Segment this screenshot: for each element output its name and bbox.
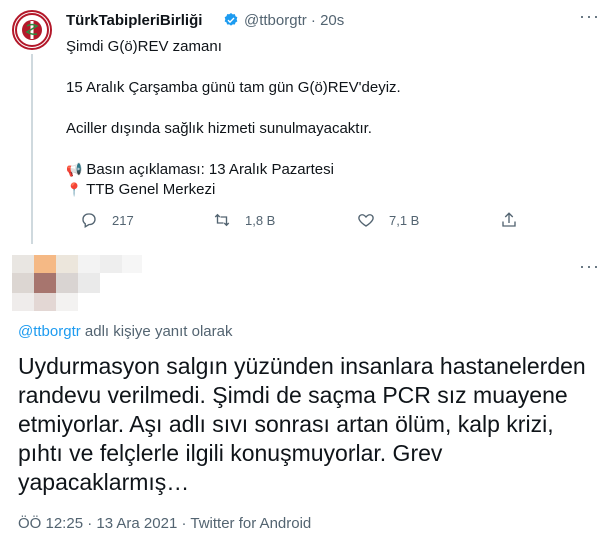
- share-button[interactable]: [500, 211, 532, 229]
- like-count: 7,1 B: [389, 212, 420, 228]
- verified-badge-icon: [224, 13, 238, 26]
- reply-more-options-icon[interactable]: ···: [579, 256, 600, 277]
- reply-text: Uydurmasyon salgın yüzünden insanlara ha…: [18, 353, 586, 495]
- tweet-line-5: 📍 TTB Genel Merkezi: [66, 180, 215, 200]
- location-text: TTB Genel Merkezi: [86, 181, 216, 198]
- author-handle-time: @ttborgtr · 20s: [244, 12, 344, 29]
- heart-icon: [358, 214, 374, 227]
- megaphone-icon: 📢: [66, 162, 83, 177]
- like-button[interactable]: 7,1 B: [357, 211, 419, 229]
- retweet-icon: [214, 213, 230, 227]
- reply-count: 217: [112, 212, 134, 228]
- blurred-avatar-and-name[interactable]: [12, 255, 142, 311]
- tweet-time[interactable]: 20s: [320, 12, 344, 29]
- replying-to-suffix: adlı kişiye yanıt olarak: [80, 323, 233, 340]
- share-icon: [502, 212, 516, 227]
- meta-dot-1: ·: [87, 515, 93, 532]
- author-handle[interactable]: @ttborgtr: [244, 12, 307, 29]
- tweet-line-2: 15 Aralık Çarşamba günü tam gün G(ö)REV'…: [66, 79, 401, 96]
- tweet-line-3: Aciller dışında sağlık hizmeti sunulmaya…: [66, 120, 372, 137]
- ttb-logo-icon: [15, 13, 49, 47]
- avatar-ttb[interactable]: [12, 10, 52, 50]
- meta-dot-2: ·: [181, 515, 187, 532]
- reply-icon: [82, 213, 96, 228]
- press-release-text: Basın açıklaması: 13 Aralık Pazartesi: [86, 161, 334, 178]
- replying-to: @ttborgtr adlı kişiye yanıt olarak: [18, 323, 233, 340]
- replying-to-handle[interactable]: @ttborgtr: [18, 323, 81, 340]
- reply-date[interactable]: 13 Ara 2021: [96, 515, 177, 532]
- retweet-count: 1,8 B: [245, 212, 276, 228]
- tweet-actions: 217 1,8 B 7,1 B: [0, 208, 614, 234]
- reply-time[interactable]: ÖÖ 12:25: [18, 515, 83, 532]
- tweet-line-1: Şimdi G(ö)REV zamanı: [66, 38, 222, 55]
- tweet-line-4: 📢 Basın açıklaması: 13 Aralık Pazartesi: [66, 160, 334, 180]
- dot-separator: ·: [310, 12, 316, 29]
- retweet-button[interactable]: 1,8 B: [213, 211, 275, 229]
- pin-icon: 📍: [66, 182, 83, 197]
- reply-source: Twitter for Android: [190, 515, 312, 532]
- reply-button[interactable]: 217: [80, 211, 134, 229]
- author-name[interactable]: TürkTabipleriBirliği: [66, 12, 202, 29]
- reply-metadata: ÖÖ 12:25 · 13 Ara 2021 · Twitter for And…: [18, 515, 311, 532]
- more-options-icon[interactable]: ···: [579, 6, 600, 27]
